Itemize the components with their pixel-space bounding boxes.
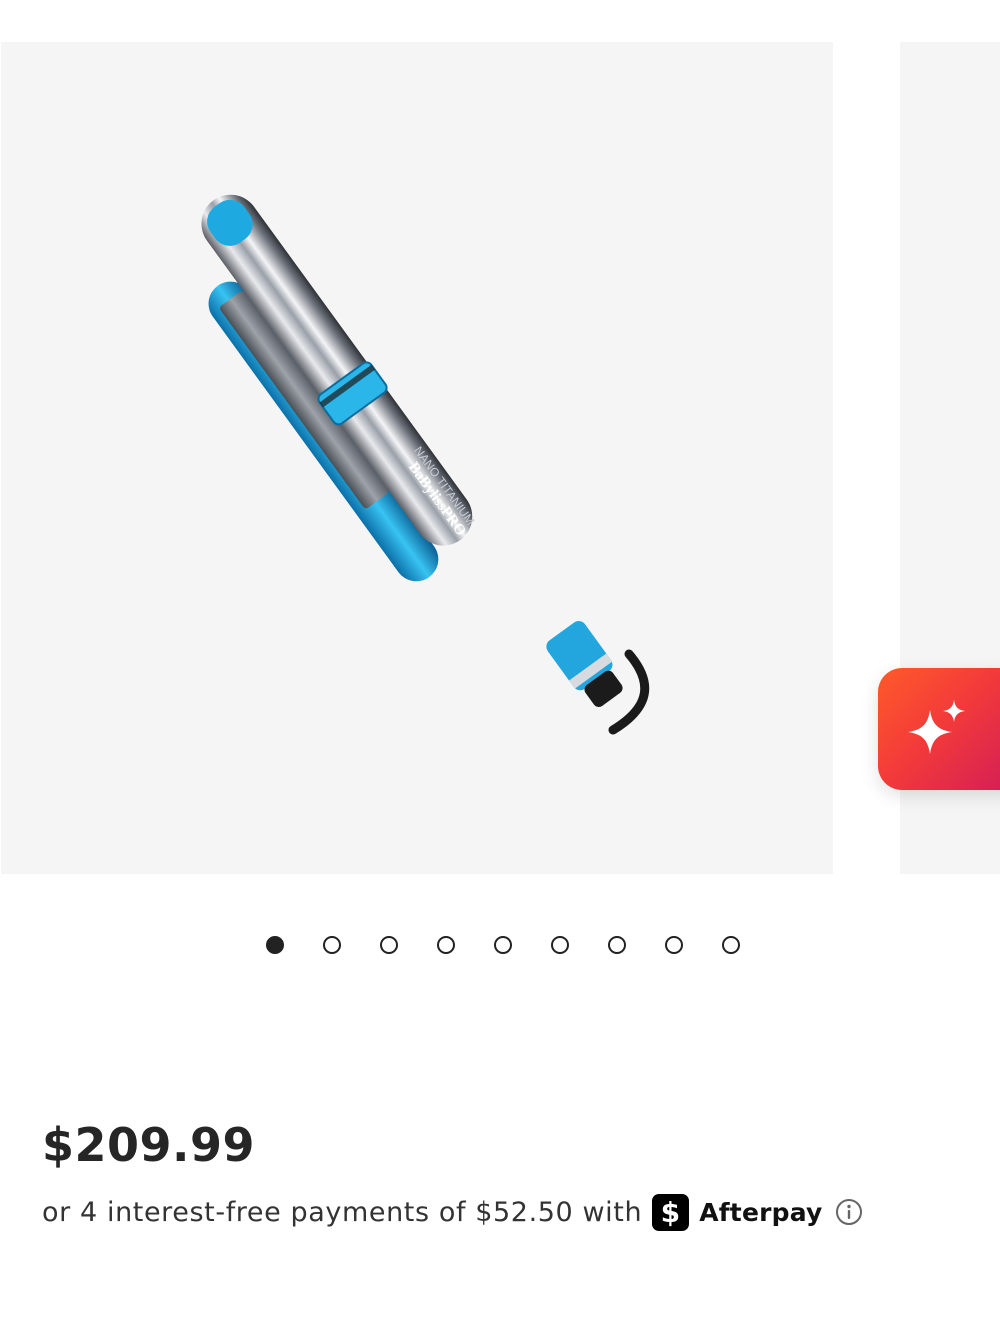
carousel-dot-5[interactable] [494,936,512,954]
product-image-carousel[interactable]: BaBylissPRO NANO TITANIUM [0,42,1000,874]
carousel-pagination [266,936,740,958]
carousel-dot-4[interactable] [437,936,455,954]
hair-straightener-image: BaBylissPRO NANO TITANIUM [201,194,650,735]
afterpay-brand: Afterpay [699,1197,823,1227]
carousel-dot-2[interactable] [323,936,341,954]
afterpay-text: or 4 interest-free payments of $52.50 wi… [42,1196,643,1228]
afterpay-installment-info: or 4 interest-free payments of $52.50 wi… [42,1190,863,1234]
product-price: $209.99 [42,1118,256,1172]
carousel-dot-6[interactable] [551,936,569,954]
ai-assistant-button[interactable] [878,668,1000,790]
carousel-dot-1[interactable] [266,936,284,954]
sparkle-icon [908,700,965,754]
carousel-dot-9[interactable] [722,936,740,954]
straightener-front-arm: BaBylissPRO NANO TITANIUM [201,194,478,546]
afterpay-logo-icon: $ [652,1193,690,1231]
carousel-dot-8[interactable] [665,936,683,954]
product-image-slide[interactable]: BaBylissPRO NANO TITANIUM [1,42,833,874]
carousel-dot-3[interactable] [380,936,398,954]
carousel-dot-7[interactable] [608,936,626,954]
info-icon[interactable] [835,1198,863,1226]
product-page: BaBylissPRO NANO TITANIUM $209.99 or 4 i… [0,0,1000,1333]
